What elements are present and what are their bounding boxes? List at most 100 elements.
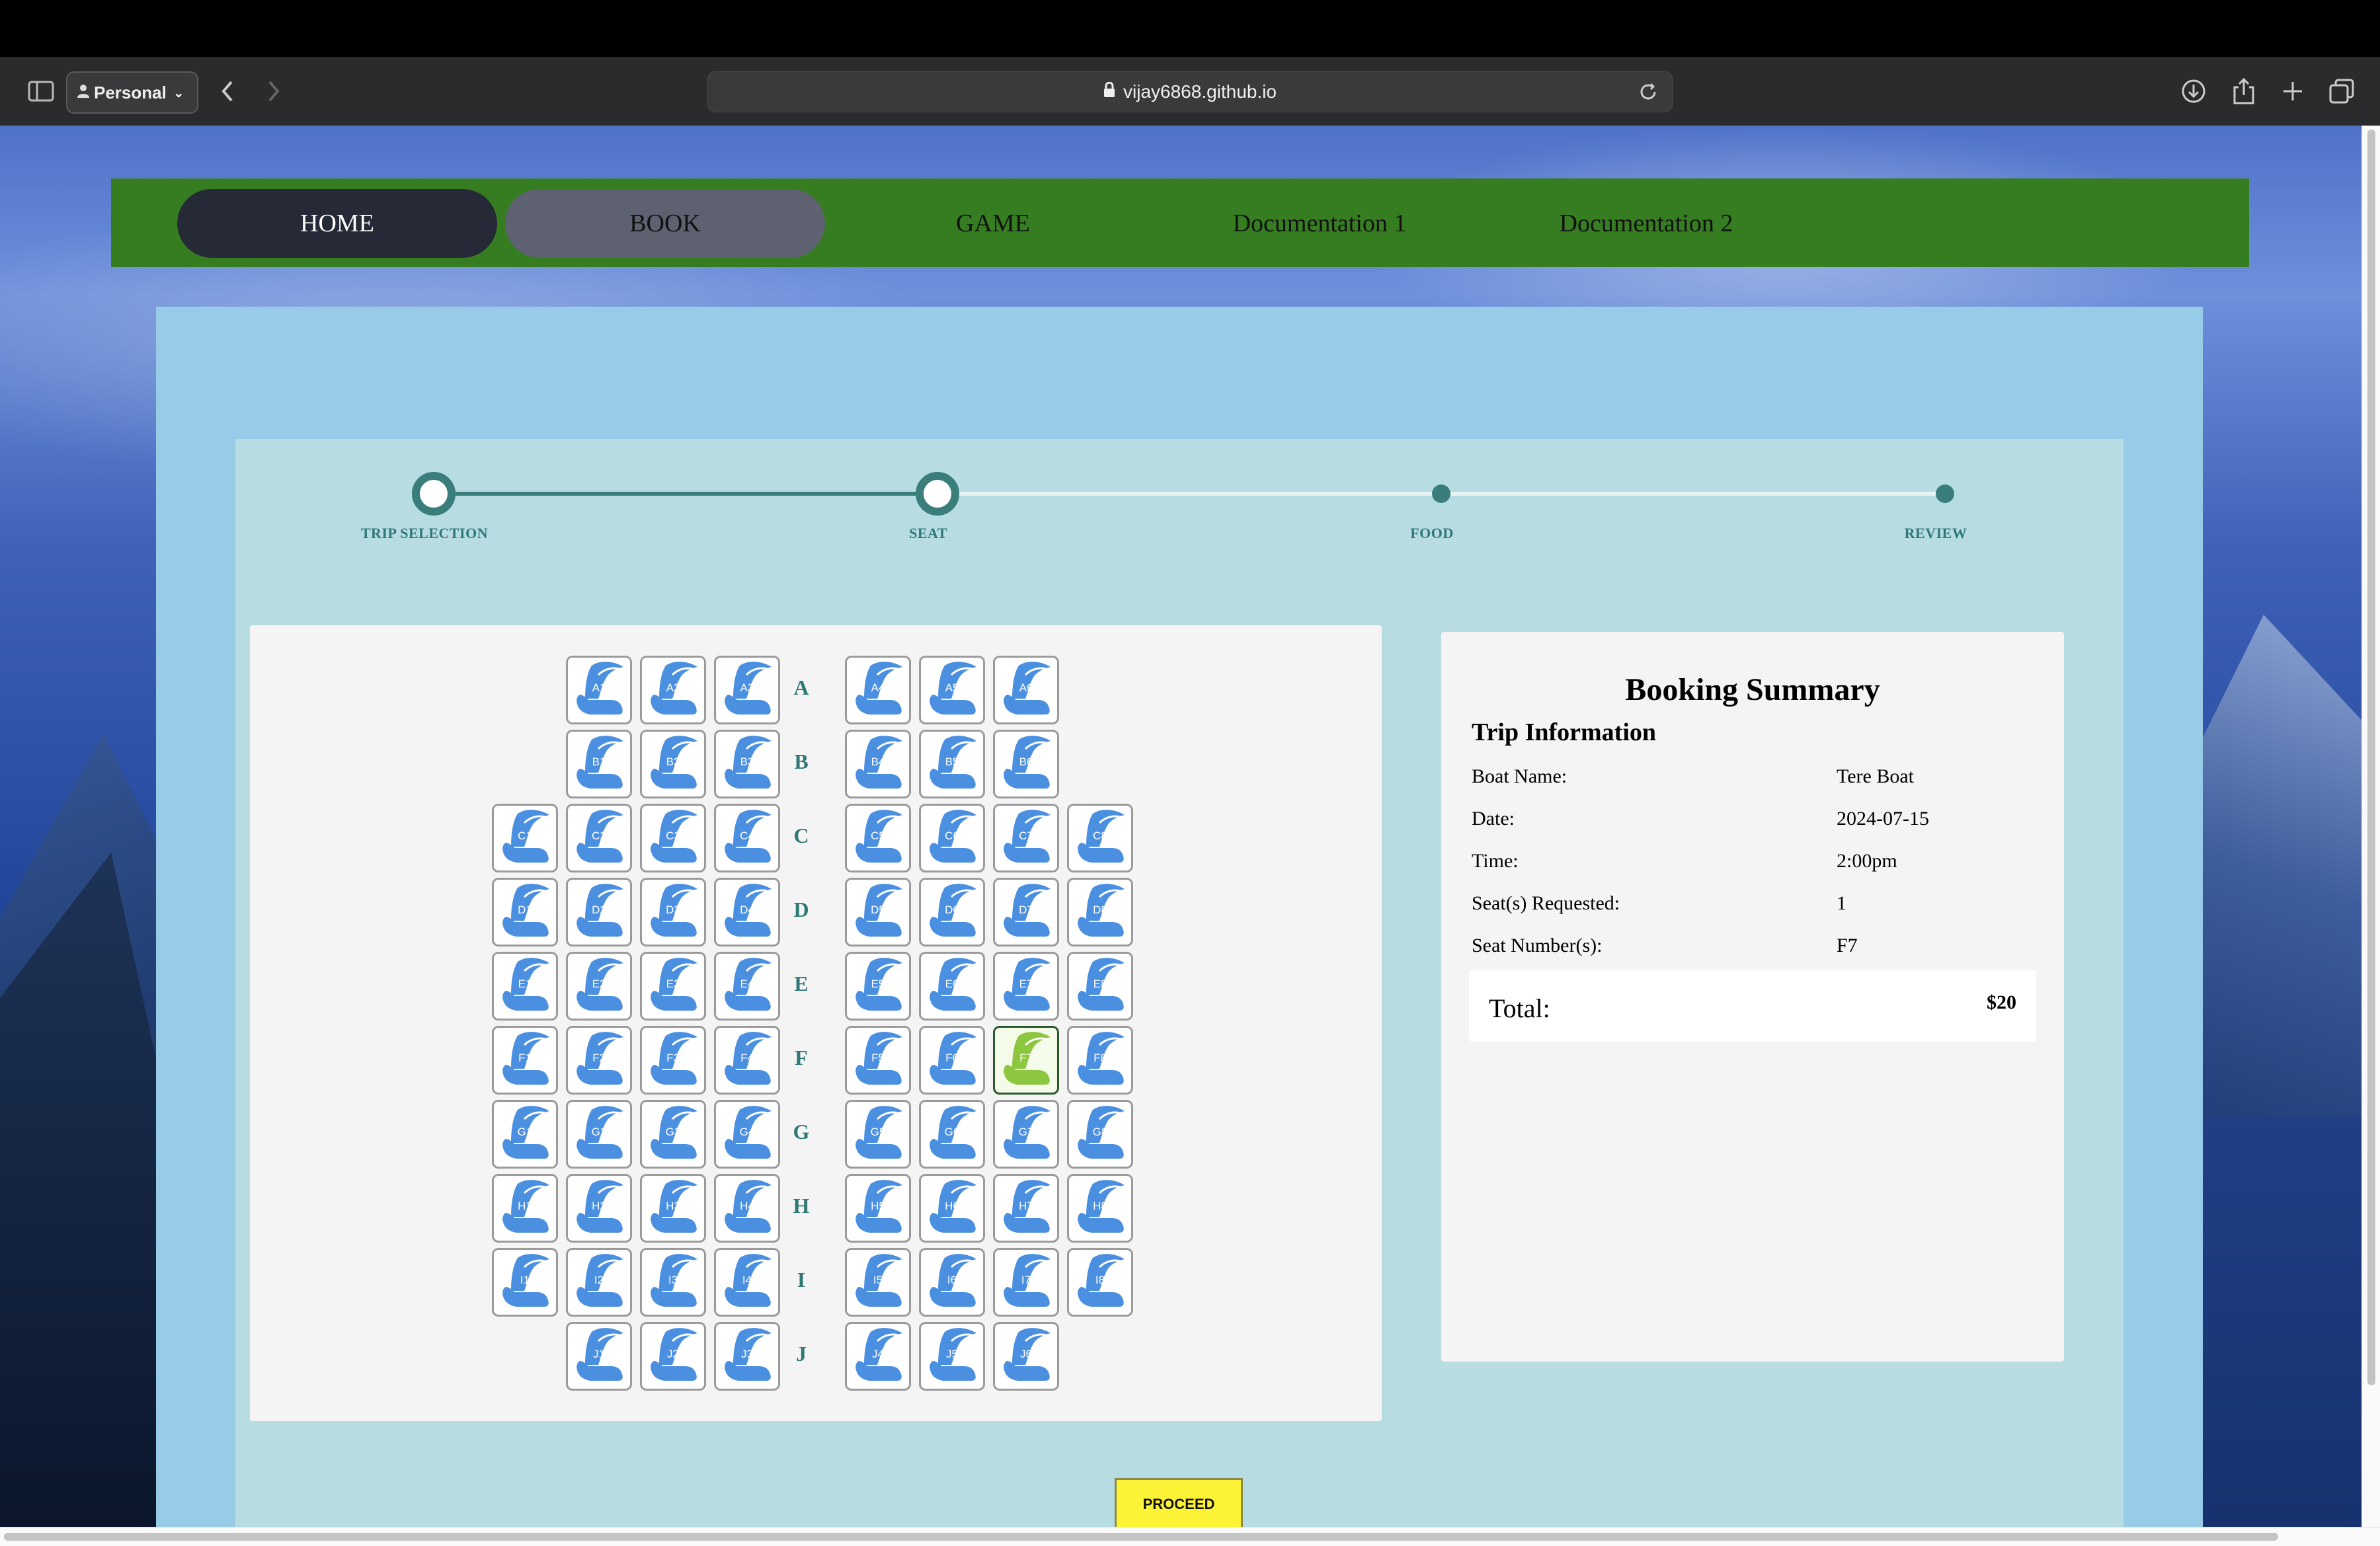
seat[interactable]: G6 bbox=[919, 1100, 985, 1169]
seat[interactable]: J2 bbox=[640, 1322, 706, 1391]
seat[interactable]: E2 bbox=[566, 952, 632, 1021]
seat[interactable]: H8 bbox=[1067, 1174, 1133, 1243]
seat[interactable]: B6 bbox=[993, 730, 1059, 798]
seat[interactable]: J4 bbox=[845, 1322, 911, 1391]
seat[interactable]: F1 bbox=[492, 1026, 558, 1095]
seat[interactable]: H1 bbox=[492, 1174, 558, 1243]
summary-row-label: Date: bbox=[1472, 808, 1515, 830]
seat[interactable]: D8 bbox=[1067, 878, 1133, 947]
seat[interactable]: D1 bbox=[492, 878, 558, 947]
new-tab-icon[interactable] bbox=[2276, 74, 2310, 108]
seat[interactable]: E3 bbox=[640, 952, 706, 1021]
seat[interactable]: I6 bbox=[919, 1248, 985, 1317]
seat[interactable]: B3 bbox=[714, 730, 780, 798]
seat[interactable]: F4 bbox=[714, 1026, 780, 1095]
seat[interactable]: J5 bbox=[919, 1322, 985, 1391]
nav-home[interactable]: HOME bbox=[177, 189, 497, 258]
seat[interactable]: G5 bbox=[845, 1100, 911, 1169]
seat[interactable]: D6 bbox=[919, 878, 985, 947]
seat[interactable]: E4 bbox=[714, 952, 780, 1021]
seat[interactable]: B5 bbox=[919, 730, 985, 798]
seat[interactable]: I4 bbox=[714, 1248, 780, 1317]
tab-overview-icon[interactable] bbox=[2324, 74, 2359, 108]
seat[interactable]: B4 bbox=[845, 730, 911, 798]
seat-selected[interactable]: F7 bbox=[993, 1026, 1059, 1095]
seat[interactable]: F6 bbox=[919, 1026, 985, 1095]
seat[interactable]: C8 bbox=[1067, 804, 1133, 872]
seat[interactable]: J3 bbox=[714, 1322, 780, 1391]
seat[interactable]: C6 bbox=[919, 804, 985, 872]
seat[interactable]: A2 bbox=[640, 656, 706, 724]
seat[interactable]: H7 bbox=[993, 1174, 1059, 1243]
seat[interactable]: F5 bbox=[845, 1026, 911, 1095]
seat[interactable]: D7 bbox=[993, 878, 1059, 947]
seat[interactable]: F8 bbox=[1067, 1026, 1133, 1095]
seat-label: C3 bbox=[666, 830, 680, 842]
seat[interactable]: H4 bbox=[714, 1174, 780, 1243]
seat[interactable]: G4 bbox=[714, 1100, 780, 1169]
seat[interactable]: D5 bbox=[845, 878, 911, 947]
seat[interactable]: E6 bbox=[919, 952, 985, 1021]
seat[interactable]: D3 bbox=[640, 878, 706, 947]
seat[interactable]: G1 bbox=[492, 1100, 558, 1169]
back-icon[interactable] bbox=[210, 74, 245, 108]
seat[interactable]: C2 bbox=[566, 804, 632, 872]
horizontal-scrollbar[interactable] bbox=[0, 1527, 2380, 1546]
seat[interactable]: I8 bbox=[1067, 1248, 1133, 1317]
share-icon[interactable] bbox=[2227, 74, 2261, 108]
profile-switcher[interactable]: Personal ⌄ bbox=[66, 71, 198, 114]
seat[interactable]: I1 bbox=[492, 1248, 558, 1317]
row-letter: D bbox=[793, 898, 809, 921]
seat[interactable]: E1 bbox=[492, 952, 558, 1021]
seat[interactable]: D2 bbox=[566, 878, 632, 947]
nav-game[interactable]: GAME bbox=[833, 189, 1153, 258]
nav-documentation-1[interactable]: Documentation 1 bbox=[1160, 189, 1480, 258]
nav-book[interactable]: BOOK bbox=[505, 189, 825, 258]
proceed-button[interactable]: PROCEED bbox=[1115, 1478, 1243, 1527]
seat[interactable]: J6 bbox=[993, 1322, 1059, 1391]
seat[interactable]: H5 bbox=[845, 1174, 911, 1243]
seat[interactable]: I3 bbox=[640, 1248, 706, 1317]
seat[interactable]: H2 bbox=[566, 1174, 632, 1243]
seat[interactable]: A1 bbox=[566, 656, 632, 724]
address-bar[interactable]: vijay6868.github.io bbox=[707, 71, 1673, 112]
seat[interactable]: E8 bbox=[1067, 952, 1133, 1021]
seat[interactable]: G2 bbox=[566, 1100, 632, 1169]
seat[interactable]: A4 bbox=[845, 656, 911, 724]
seat-label: G3 bbox=[665, 1126, 681, 1138]
seat[interactable]: A3 bbox=[714, 656, 780, 724]
seat[interactable]: C5 bbox=[845, 804, 911, 872]
seat[interactable]: G7 bbox=[993, 1100, 1059, 1169]
seat-label: G6 bbox=[944, 1126, 960, 1138]
step-label-4: REVIEW bbox=[1904, 525, 1967, 541]
seat[interactable]: C3 bbox=[640, 804, 706, 872]
seat[interactable]: E5 bbox=[845, 952, 911, 1021]
seat[interactable]: I5 bbox=[845, 1248, 911, 1317]
reload-icon[interactable] bbox=[1636, 80, 1660, 104]
seat[interactable]: E7 bbox=[993, 952, 1059, 1021]
seat[interactable]: B2 bbox=[640, 730, 706, 798]
seat[interactable]: A6 bbox=[993, 656, 1059, 724]
downloads-icon[interactable] bbox=[2176, 74, 2211, 108]
seat[interactable]: B1 bbox=[566, 730, 632, 798]
seat[interactable]: I2 bbox=[566, 1248, 632, 1317]
seat-label: G7 bbox=[1018, 1126, 1034, 1138]
vertical-scrollbar[interactable] bbox=[2361, 126, 2380, 1527]
seat-label: H6 bbox=[945, 1200, 959, 1212]
seat[interactable]: F2 bbox=[566, 1026, 632, 1095]
sidebar-toggle-icon[interactable] bbox=[24, 74, 58, 108]
seat[interactable]: D4 bbox=[714, 878, 780, 947]
seat[interactable]: G8 bbox=[1067, 1100, 1133, 1169]
seat[interactable]: C7 bbox=[993, 804, 1059, 872]
nav-documentation-2[interactable]: Documentation 2 bbox=[1486, 189, 1806, 258]
seat[interactable]: A5 bbox=[919, 656, 985, 724]
seat[interactable]: J1 bbox=[566, 1322, 632, 1391]
seat[interactable]: C4 bbox=[714, 804, 780, 872]
seat[interactable]: G3 bbox=[640, 1100, 706, 1169]
seat[interactable]: H6 bbox=[919, 1174, 985, 1243]
seat[interactable]: I7 bbox=[993, 1248, 1059, 1317]
seat[interactable]: F3 bbox=[640, 1026, 706, 1095]
seat[interactable]: H3 bbox=[640, 1174, 706, 1243]
seat[interactable]: C1 bbox=[492, 804, 558, 872]
forward-icon[interactable] bbox=[257, 74, 291, 108]
